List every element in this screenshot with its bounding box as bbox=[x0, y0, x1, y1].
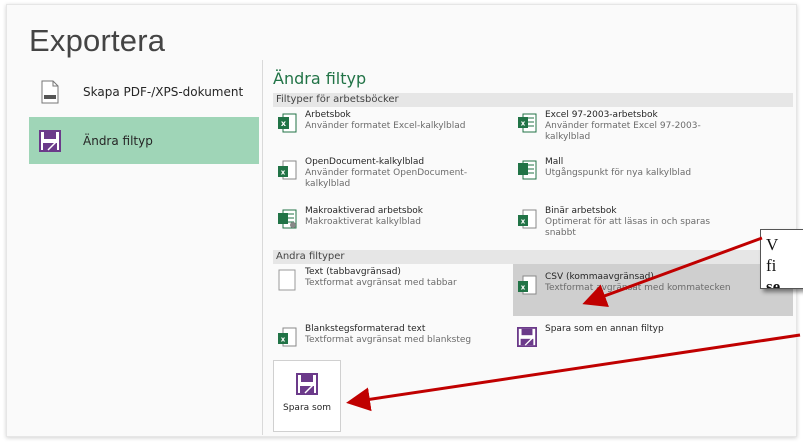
excel-97-icon: x bbox=[518, 113, 537, 133]
left-menu: Skapa PDF-/XPS-dokument Ändra filtyp bbox=[29, 68, 259, 166]
opendocument-icon: x bbox=[278, 160, 297, 180]
filetype-template[interactable]: Mall Utgångspunkt för nya kalkylblad bbox=[513, 154, 793, 203]
csv-file-icon: x bbox=[518, 275, 537, 295]
menu-item-change-filetype[interactable]: Ändra filtyp bbox=[29, 117, 259, 164]
filetype-desc: Textformat avgränsat med kommatecken bbox=[545, 283, 731, 293]
svg-text:x: x bbox=[281, 169, 286, 177]
filetype-name: Excel 97-2003-arbetsbok bbox=[545, 110, 658, 120]
filetype-binary-workbook[interactable]: x Binär arbetsbok Optimerat för att läsas… bbox=[513, 203, 793, 250]
filetype-text-tab[interactable]: Text (tabbavgränsad) Textformat avgränsat… bbox=[273, 264, 513, 316]
menu-item-label: Ändra filtyp bbox=[83, 133, 153, 148]
export-window: Exportera Skapa PDF-/XPS-dokument Ändra … bbox=[6, 4, 797, 437]
filetype-name: Spara som en annan filtyp bbox=[545, 324, 664, 334]
svg-text:x: x bbox=[521, 120, 526, 128]
workbook-types-header: Filtyper för arbetsböcker bbox=[273, 93, 793, 107]
template-icon bbox=[518, 160, 537, 180]
save-as-label: Spara som bbox=[283, 403, 331, 413]
callout-line-1: V bbox=[766, 235, 779, 254]
filetype-desc: Använder formatet Excel-kalkylblad bbox=[305, 121, 466, 131]
svg-text:x: x bbox=[521, 284, 526, 292]
filetype-name: CSV (kommaavgränsad) bbox=[545, 272, 654, 282]
save-as-icon bbox=[296, 373, 318, 395]
filetype-workbook[interactable]: x Arbetsbok Använder formatet Excel-kalky… bbox=[273, 107, 513, 154]
other-types-header: Andra filtyper bbox=[273, 250, 793, 264]
menu-item-create-pdf[interactable]: Skapa PDF-/XPS-dokument bbox=[29, 68, 259, 115]
filetype-name: Blankstegsformaterad text bbox=[305, 324, 426, 334]
page-title: Exportera bbox=[29, 23, 166, 58]
filetype-desc: Utgångspunkt för nya kalkylblad bbox=[545, 168, 692, 178]
change-filetype-icon bbox=[37, 128, 63, 154]
filetype-space-text[interactable]: x Blankstegsformaterad text Textformat av… bbox=[273, 316, 513, 362]
section-title: Ändra filtyp bbox=[273, 69, 367, 88]
filetype-name: Binär arbetsbok bbox=[545, 206, 617, 216]
filetype-macro-workbook[interactable]: Makroaktiverad arbetsbok Makroaktiverat k… bbox=[273, 203, 513, 250]
filetype-desc: Makroaktiverat kalkylblad bbox=[305, 217, 421, 227]
svg-text:x: x bbox=[521, 218, 526, 226]
filetype-excel-97[interactable]: x Excel 97-2003-arbetsbok Använder format… bbox=[513, 107, 793, 154]
filetype-name: OpenDocument-kalkylblad bbox=[305, 157, 425, 167]
filetype-csv[interactable]: x CSV (kommaavgränsad) Textformat avgräns… bbox=[513, 264, 793, 316]
filetype-desc: Använder formatet OpenDocument-kalkylbla… bbox=[305, 168, 468, 189]
svg-text:x: x bbox=[281, 336, 286, 344]
svg-text:x: x bbox=[281, 119, 287, 128]
panel-divider bbox=[262, 60, 263, 435]
filetype-panel: Ändra filtyp Filtyper för arbetsböcker x… bbox=[273, 69, 793, 362]
excel-workbook-icon: x bbox=[278, 113, 297, 133]
filetype-save-other[interactable]: Spara som en annan filtyp bbox=[513, 316, 793, 362]
callout-line-3: se bbox=[766, 277, 781, 289]
save-as-button[interactable]: Spara som bbox=[273, 360, 341, 432]
other-types-grid: Text (tabbavgränsad) Textformat avgränsat… bbox=[273, 264, 793, 362]
space-text-icon: x bbox=[278, 327, 297, 347]
filetype-name: Makroaktiverad arbetsbok bbox=[305, 206, 424, 216]
filetype-desc: Optimerat för att läsas in och sparas sn… bbox=[545, 217, 711, 238]
filetype-name: Mall bbox=[545, 157, 564, 167]
filetype-desc: Använder formatet Excel 97-2003-kalkylbl… bbox=[545, 121, 701, 142]
macro-workbook-icon bbox=[278, 209, 297, 229]
callout-line-2: fi bbox=[766, 256, 777, 275]
filetype-name: Text (tabbavgränsad) bbox=[305, 267, 401, 277]
filetype-desc: Textformat avgränsat med blanksteg bbox=[305, 335, 472, 345]
filetype-opendocument[interactable]: x OpenDocument-kalkylblad Använder format… bbox=[273, 154, 513, 203]
menu-item-label: Skapa PDF-/XPS-dokument bbox=[83, 84, 244, 99]
workbook-types-grid: x Arbetsbok Använder formatet Excel-kalky… bbox=[273, 107, 710, 250]
filetype-desc: Textformat avgränsat med tabbar bbox=[305, 278, 457, 288]
pdf-document-icon bbox=[37, 79, 63, 105]
annotation-callout: V fi se bbox=[760, 229, 803, 289]
binary-workbook-icon: x bbox=[518, 209, 537, 229]
text-file-icon bbox=[278, 269, 296, 291]
filetype-name: Arbetsbok bbox=[305, 110, 351, 120]
save-other-icon bbox=[517, 327, 537, 347]
